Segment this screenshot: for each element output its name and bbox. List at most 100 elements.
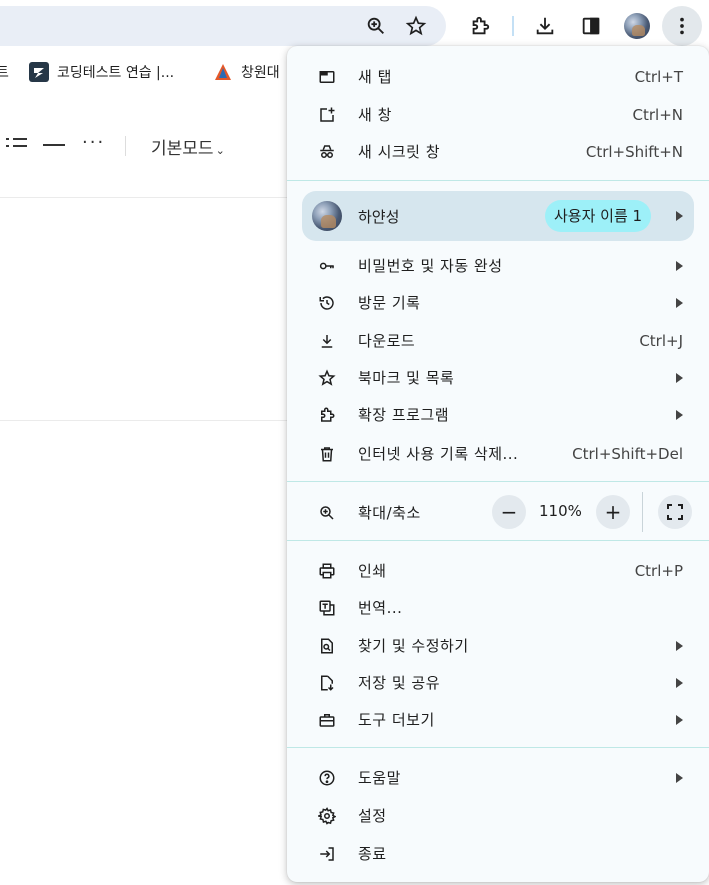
editor-separator xyxy=(125,136,126,156)
key-icon xyxy=(317,256,337,276)
content-divider xyxy=(0,420,300,421)
toolbox-icon xyxy=(317,710,337,730)
extensions-icon xyxy=(317,405,337,425)
menu-item-settings[interactable]: 설정 xyxy=(287,797,709,834)
bookmark-label: 코딩테스트 연습 |... xyxy=(57,65,175,81)
side-panel-icon[interactable] xyxy=(573,8,609,44)
fullscreen-button[interactable] xyxy=(658,495,692,529)
menu-item-label: 북마크 및 목록 xyxy=(358,369,455,387)
zoom-out-button[interactable]: − xyxy=(492,495,526,529)
avatar xyxy=(312,201,342,231)
star-icon xyxy=(317,368,337,388)
chrome-menu-button[interactable] xyxy=(662,6,702,46)
submenu-arrow-icon xyxy=(676,772,683,783)
menu-item-label: 찾기 및 수정하기 xyxy=(358,637,469,655)
bookmark-item[interactable]: 트 xyxy=(0,62,9,82)
menu-item-passwords[interactable]: 비밀번호 및 자동 완성 xyxy=(287,247,709,284)
chrome-main-menu: 새 탭 Ctrl+T 새 창 Ctrl+N 새 시크릿 창 Ctrl+Shift… xyxy=(287,46,709,882)
menu-item-shortcut: Ctrl+P xyxy=(634,561,683,580)
bookmark-item[interactable]: 창원대 xyxy=(213,62,280,82)
printer-icon xyxy=(317,561,337,581)
zoom-icon xyxy=(317,503,337,523)
menu-item-help[interactable]: 도움말 xyxy=(287,759,709,796)
content-divider xyxy=(0,197,300,198)
submenu-arrow-icon xyxy=(676,211,683,221)
menu-zoom-row: 확대/축소 − 110% + xyxy=(287,492,709,532)
download-icon[interactable] xyxy=(527,8,563,44)
mode-select-label: 기본모드 xyxy=(151,139,214,159)
menu-item-label: 저장 및 공유 xyxy=(358,674,441,692)
toolbar-separator xyxy=(512,16,514,36)
download-icon xyxy=(317,331,337,351)
help-icon xyxy=(317,768,337,788)
menu-item-downloads[interactable]: 다운로드 Ctrl+J xyxy=(287,322,709,359)
menu-item-label: 새 창 xyxy=(358,106,392,124)
submenu-arrow-icon xyxy=(676,640,683,651)
incognito-icon xyxy=(317,142,337,162)
submenu-arrow-icon xyxy=(676,409,683,420)
submenu-arrow-icon xyxy=(676,372,683,383)
menu-item-label: 설정 xyxy=(358,807,387,825)
menu-item-label: 새 시크릿 창 xyxy=(358,143,441,161)
menu-item-shortcut: Ctrl+Shift+Del xyxy=(572,444,683,463)
menu-item-clear-browsing-data[interactable]: 인터넷 사용 기록 삭제... Ctrl+Shift+Del xyxy=(287,435,709,472)
list-format-icon[interactable] xyxy=(6,133,28,160)
menu-separator xyxy=(287,180,709,181)
menu-item-label: 번역... xyxy=(358,599,403,617)
menu-item-history[interactable]: 방문 기록 xyxy=(287,284,709,321)
browser-toolbar xyxy=(0,0,709,50)
menu-item-more-tools[interactable]: 도구 더보기 xyxy=(287,701,709,738)
menu-item-shortcut: Ctrl+T xyxy=(634,67,683,86)
submenu-arrow-icon xyxy=(676,714,683,725)
mode-select[interactable]: 기본모드 ⌄ xyxy=(151,134,225,159)
zoom-separator xyxy=(642,492,643,532)
horizontal-rule-icon[interactable] xyxy=(43,144,65,146)
menu-item-bookmarks[interactable]: 북마크 및 목록 xyxy=(287,359,709,396)
profile-name: 하얀성 xyxy=(358,208,400,226)
submenu-arrow-icon xyxy=(676,677,683,688)
menu-item-new-tab[interactable]: 새 탭 Ctrl+T xyxy=(287,58,709,95)
bookmark-star-icon[interactable] xyxy=(398,8,434,44)
menu-item-profile[interactable]: 하얀성 사용자 이름 1 xyxy=(302,191,694,241)
menu-item-incognito[interactable]: 새 시크릿 창 Ctrl+Shift+N xyxy=(287,133,709,170)
profile-avatar-button[interactable] xyxy=(619,8,655,44)
menu-item-label: 도구 더보기 xyxy=(358,711,435,729)
bookmark-item[interactable]: 코딩테스트 연습 |... xyxy=(29,62,174,82)
menu-item-label: 확장 프로그램 xyxy=(358,406,450,424)
menu-item-shortcut: Ctrl+N xyxy=(632,105,683,124)
more-options-icon[interactable]: ··· xyxy=(82,132,105,153)
menu-item-label: 다운로드 xyxy=(358,332,416,350)
menu-item-shortcut: Ctrl+Shift+N xyxy=(585,142,683,161)
programmers-favicon-icon xyxy=(29,62,49,82)
menu-separator xyxy=(287,481,709,482)
menu-item-find-edit[interactable]: 찾기 및 수정하기 xyxy=(287,627,709,664)
menu-item-exit[interactable]: 종료 xyxy=(287,835,709,872)
menu-separator xyxy=(287,540,709,541)
menu-item-label: 인터넷 사용 기록 삭제... xyxy=(358,445,519,463)
menu-item-label: 인쇄 xyxy=(358,562,387,580)
menu-item-label: 비밀번호 및 자동 완성 xyxy=(358,257,503,275)
menu-item-label: 도움말 xyxy=(358,769,401,787)
menu-item-extensions[interactable]: 확장 프로그램 xyxy=(287,396,709,433)
exit-icon xyxy=(317,844,337,864)
save-file-icon xyxy=(317,673,337,693)
menu-item-print[interactable]: 인쇄 Ctrl+P xyxy=(287,552,709,589)
history-icon xyxy=(317,293,337,313)
menu-item-shortcut: Ctrl+J xyxy=(639,331,683,350)
bookmark-label: 창원대 xyxy=(241,65,280,81)
menu-item-save-share[interactable]: 저장 및 공유 xyxy=(287,664,709,701)
menu-separator xyxy=(287,747,709,748)
menu-item-label: 새 탭 xyxy=(358,68,392,86)
trash-icon xyxy=(317,444,337,464)
extensions-icon[interactable] xyxy=(462,8,498,44)
menu-item-new-window[interactable]: 새 창 Ctrl+N xyxy=(287,96,709,133)
chevron-down-icon: ⌄ xyxy=(215,144,225,157)
submenu-arrow-icon xyxy=(676,260,683,271)
zoom-in-button[interactable]: + xyxy=(596,495,630,529)
zoom-value: 110% xyxy=(539,502,582,520)
avatar xyxy=(624,13,650,39)
university-favicon-icon xyxy=(213,62,233,82)
profile-user-chip: 사용자 이름 1 xyxy=(545,200,652,232)
zoom-indicator-icon[interactable] xyxy=(358,8,394,44)
menu-item-translate[interactable]: 번역... xyxy=(287,589,709,626)
